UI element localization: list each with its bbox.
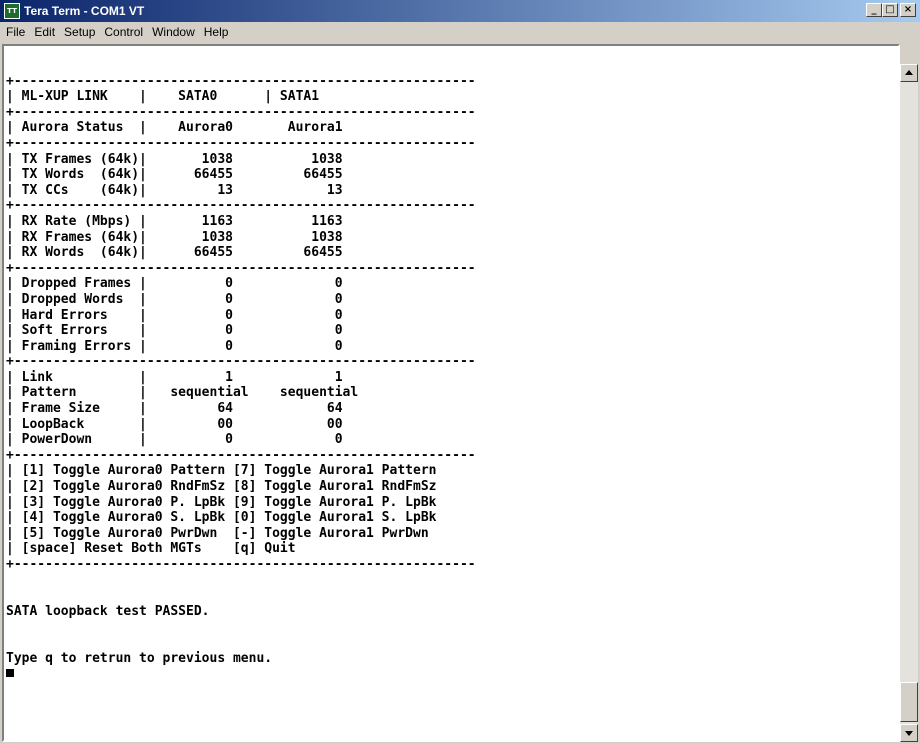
terminal-line: | RX Rate (Mbps) | 1163 1163 [6,213,343,229]
minimize-button[interactable]: _ [866,3,882,17]
terminal-line: +---------------------------------------… [6,260,476,276]
menu-control[interactable]: Control [104,25,143,39]
terminal-area[interactable]: +---------------------------------------… [2,44,900,742]
terminal-line: | [2] Toggle Aurora0 RndFmSz [8] Toggle … [6,479,437,495]
menu-setup[interactable]: Setup [64,25,95,39]
tera-term-window: TT Tera Term - COM1 VT _ □ × File Edit S… [0,0,920,744]
terminal-cursor [6,669,14,678]
terminal-line: +---------------------------------------… [6,447,476,463]
terminal-line: | Dropped Words | 0 0 [6,291,343,307]
terminal-output: +---------------------------------------… [6,58,476,682]
vertical-scrollbar[interactable] [900,64,918,742]
terminal-line: | TX Frames (64k)| 1038 1038 [6,151,343,167]
terminal-line: +---------------------------------------… [6,557,476,572]
terminal-line: | Soft Errors | 0 0 [6,323,343,339]
menu-help[interactable]: Help [204,25,229,39]
terminal-line: +---------------------------------------… [6,354,476,370]
terminal-line: | Pattern | sequential sequential [6,385,359,401]
tera-term-app-icon[interactable]: TT [4,3,20,19]
terminal-line: +---------------------------------------… [6,73,476,89]
terminal-line: | RX Frames (64k)| 1038 1038 [6,229,343,245]
menu-edit[interactable]: Edit [34,25,55,39]
close-button[interactable]: × [900,3,916,17]
scroll-down-button[interactable] [900,724,918,742]
terminal-line: | RX Words (64k)| 66455 66455 [6,245,343,261]
terminal-line: | [space] Reset Both MGTs [q] Quit [6,541,296,557]
terminal-line: | Frame Size | 64 64 [6,401,343,417]
terminal-line: | Aurora Status | Aurora0 Aurora1 [6,120,343,136]
terminal-line: | PowerDown | 0 0 [6,432,343,448]
window-controls: _ □ × [866,3,916,17]
scroll-down-arrow-icon [905,731,913,736]
title-bar[interactable]: TT Tera Term - COM1 VT _ □ × [0,0,920,22]
terminal-line: | [1] Toggle Aurora0 Pattern [7] Toggle … [6,463,437,479]
terminal-line: | [5] Toggle Aurora0 PwrDwn [-] Toggle A… [6,525,429,541]
scroll-up-button[interactable] [900,64,918,82]
terminal-line: | [3] Toggle Aurora0 P. LpBk [9] Toggle … [6,494,437,510]
terminal-line: | Dropped Frames | 0 0 [6,276,343,292]
terminal-line: | Hard Errors | 0 0 [6,307,343,323]
terminal-line: | [4] Toggle Aurora0 S. LpBk [0] Toggle … [6,510,437,526]
terminal-line: | Link | 1 1 [6,369,343,385]
terminal-line: SATA loopback test PASSED. [6,603,210,619]
menu-file[interactable]: File [6,25,25,39]
scroll-thumb[interactable] [900,682,918,722]
terminal-line: +---------------------------------------… [6,135,476,151]
menu-bar: File Edit Setup Control Window Help [0,22,920,42]
terminal-line: | Framing Errors | 0 0 [6,338,343,354]
scroll-up-arrow-icon [905,70,913,75]
menu-window[interactable]: Window [152,25,195,39]
terminal-line: | ML-XUP LINK | SATA0 | SATA1 [6,89,320,105]
terminal-line: Type q to retrun to previous menu. [6,650,273,666]
terminal-line: +---------------------------------------… [6,104,476,120]
terminal-line: +---------------------------------------… [6,198,476,214]
maximize-button[interactable]: □ [882,3,898,17]
terminal-line: | TX Words (64k)| 66455 66455 [6,167,343,183]
terminal-line: | TX CCs (64k)| 13 13 [6,182,343,198]
terminal-line: | LoopBack | 00 00 [6,416,343,432]
window-title: Tera Term - COM1 VT [24,4,145,18]
